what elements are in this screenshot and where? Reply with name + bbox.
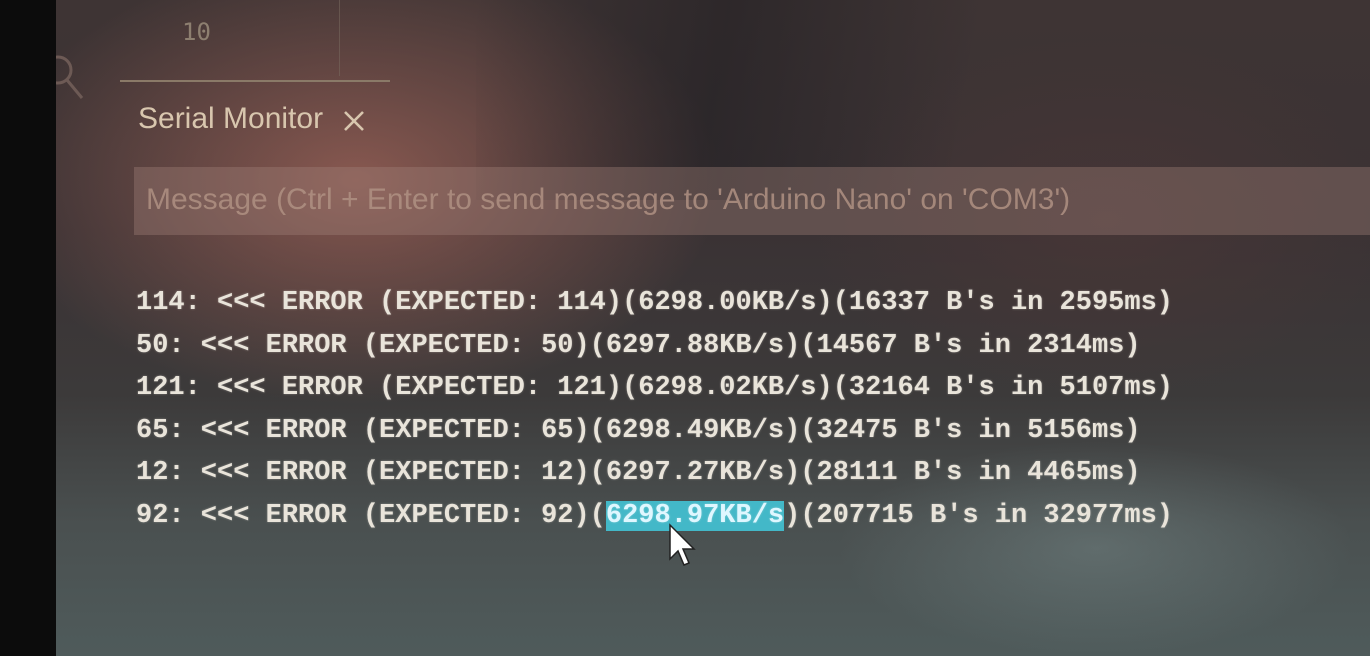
tab-serial-monitor[interactable]: Serial Monitor xyxy=(138,98,367,140)
gutter-divider xyxy=(339,0,340,76)
output-line-selected: 92: <<< ERROR (EXPECTED: 92)(6298.97KB/s… xyxy=(136,495,1356,538)
message-placeholder: Message (Ctrl + Enter to send message to… xyxy=(146,183,1071,216)
close-icon[interactable] xyxy=(341,108,367,134)
output-line: 50: <<< ERROR (EXPECTED: 50)(6297.88KB/s… xyxy=(136,330,1141,361)
editor-strip: 10 xyxy=(120,0,390,80)
tab-label: Serial Monitor xyxy=(138,102,324,135)
output-line: 12: <<< ERROR (EXPECTED: 12)(6297.27KB/s… xyxy=(136,458,1141,488)
mouse-cursor-icon xyxy=(669,523,696,566)
output-line: 65: <<< ERROR (EXPECTED: 65)(6298.49KB/s… xyxy=(136,415,1141,446)
serial-output: 114: <<< ERROR (EXPECTED: 114)(6298.00KB… xyxy=(136,282,1356,537)
output-prefix: 92: <<< ERROR (EXPECTED: 92)( xyxy=(136,500,606,531)
search-icon[interactable] xyxy=(56,52,86,102)
message-input[interactable]: Message (Ctrl + Enter to send message to… xyxy=(134,167,1370,235)
monitor-bezel xyxy=(0,0,56,656)
output-suffix: )(207715 B's in 32977ms) xyxy=(784,500,1173,531)
ide-screen: 10 Serial Monitor Message (Ctrl + Enter … xyxy=(56,0,1370,656)
output-line: 114: <<< ERROR (EXPECTED: 114)(6298.00KB… xyxy=(136,288,1173,318)
photo-frame: 10 Serial Monitor Message (Ctrl + Enter … xyxy=(0,0,1370,656)
output-line: 121: <<< ERROR (EXPECTED: 121)(6298.02KB… xyxy=(136,373,1173,403)
line-number: 10 xyxy=(182,18,211,46)
panel-divider[interactable] xyxy=(120,80,390,82)
